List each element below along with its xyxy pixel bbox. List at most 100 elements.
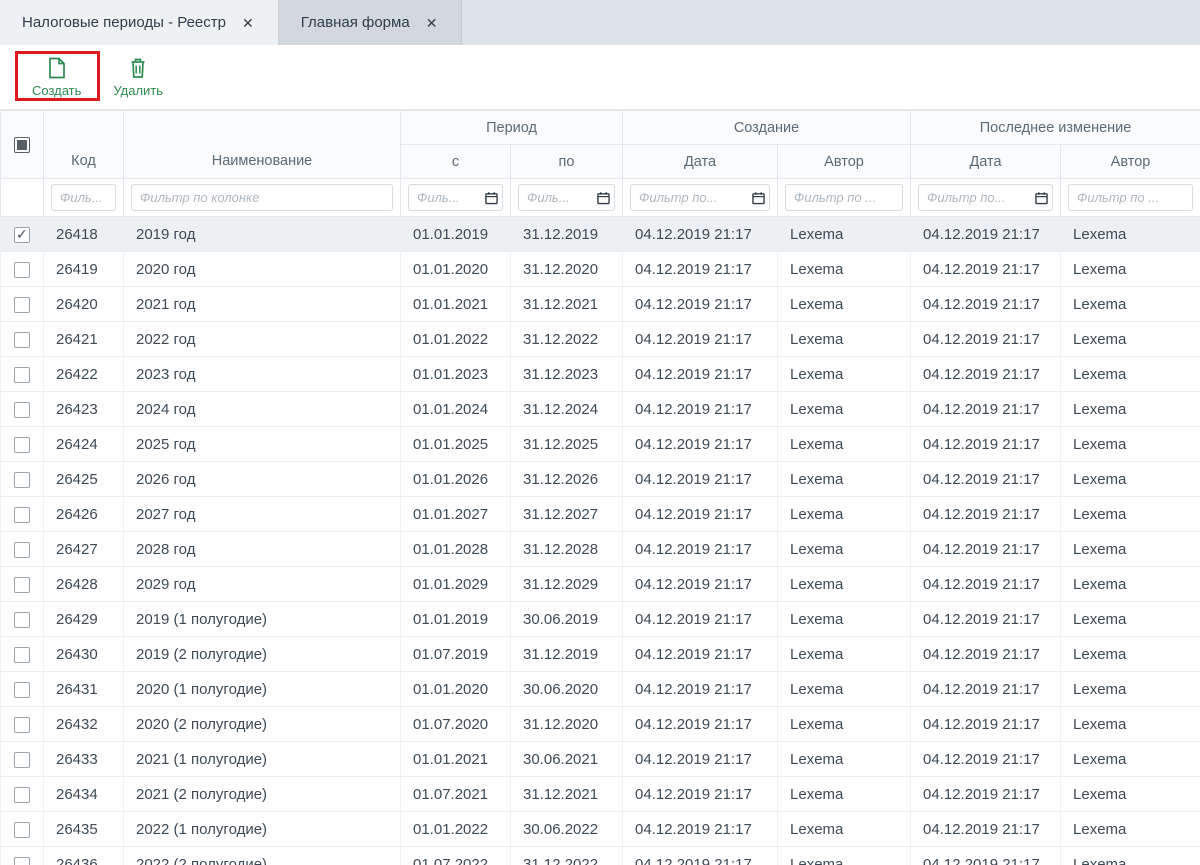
filter-created-date-input[interactable] <box>630 184 770 211</box>
column-header-code[interactable]: Код <box>44 111 124 179</box>
cell-modified-date: 04.12.2019 21:17 <box>911 252 1061 287</box>
cell-created-date: 04.12.2019 21:17 <box>623 252 778 287</box>
table-row[interactable]: 26418 2019 год 01.01.2019 31.12.2019 04.… <box>1 217 1200 252</box>
row-checkbox-cell <box>1 742 44 777</box>
column-header-modified-author[interactable]: Автор <box>1061 145 1200 179</box>
table-row[interactable]: 26425 2026 год 01.01.2026 31.12.2026 04.… <box>1 462 1200 497</box>
cell-modified-author: Lexema <box>1061 812 1200 847</box>
row-checkbox[interactable] <box>14 717 30 733</box>
calendar-icon[interactable] <box>485 191 498 204</box>
table-row[interactable]: 26431 2020 (1 полугодие) 01.01.2020 30.0… <box>1 672 1200 707</box>
column-header-from[interactable]: с <box>401 145 511 179</box>
row-checkbox[interactable] <box>14 227 30 243</box>
row-checkbox-cell <box>1 217 44 252</box>
tab-label: Налоговые периоды - Реестр <box>22 14 226 31</box>
row-checkbox-cell <box>1 637 44 672</box>
cell-created-date: 04.12.2019 21:17 <box>623 532 778 567</box>
cell-created-date: 04.12.2019 21:17 <box>623 707 778 742</box>
row-checkbox[interactable] <box>14 437 30 453</box>
row-checkbox[interactable] <box>14 857 30 865</box>
delete-button[interactable]: Удалить <box>103 52 173 103</box>
table-row[interactable]: 26433 2021 (1 полугодие) 01.01.2021 30.0… <box>1 742 1200 777</box>
tab-main-form[interactable]: Главная форма ✕ <box>279 0 463 45</box>
calendar-icon[interactable] <box>1035 191 1048 204</box>
table-row[interactable]: 26434 2021 (2 полугодие) 01.07.2021 31.1… <box>1 777 1200 812</box>
table-row[interactable]: 26424 2025 год 01.01.2025 31.12.2025 04.… <box>1 427 1200 462</box>
cell-code: 26422 <box>44 357 124 392</box>
cell-modified-author: Lexema <box>1061 357 1200 392</box>
row-checkbox[interactable] <box>14 647 30 663</box>
cell-name: 2020 год <box>124 252 401 287</box>
cell-created-date: 04.12.2019 21:17 <box>623 637 778 672</box>
cell-modified-date: 04.12.2019 21:17 <box>911 777 1061 812</box>
cell-modified-author: Lexema <box>1061 637 1200 672</box>
row-checkbox-cell <box>1 462 44 497</box>
row-checkbox[interactable] <box>14 752 30 768</box>
cell-period-to: 31.12.2027 <box>511 497 623 532</box>
row-checkbox[interactable] <box>14 402 30 418</box>
row-checkbox[interactable] <box>14 787 30 803</box>
row-checkbox[interactable] <box>14 577 30 593</box>
close-tab-icon[interactable]: ✕ <box>240 14 256 32</box>
close-tab-icon[interactable]: ✕ <box>424 14 440 32</box>
cell-code: 26434 <box>44 777 124 812</box>
cell-code: 26419 <box>44 252 124 287</box>
row-checkbox[interactable] <box>14 507 30 523</box>
row-checkbox[interactable] <box>14 612 30 628</box>
cell-modified-date: 04.12.2019 21:17 <box>911 392 1061 427</box>
cell-period-to: 31.12.2029 <box>511 567 623 602</box>
cell-name: 2021 (1 полугодие) <box>124 742 401 777</box>
table-row[interactable]: 26422 2023 год 01.01.2023 31.12.2023 04.… <box>1 357 1200 392</box>
cell-created-author: Lexema <box>778 672 911 707</box>
table-row[interactable]: 26436 2022 (2 полугодие) 01.07.2022 31.1… <box>1 847 1200 865</box>
table-row[interactable]: 26430 2019 (2 полугодие) 01.07.2019 31.1… <box>1 637 1200 672</box>
row-checkbox-cell <box>1 777 44 812</box>
table-row[interactable]: 26420 2021 год 01.01.2021 31.12.2021 04.… <box>1 287 1200 322</box>
cell-modified-author: Lexema <box>1061 567 1200 602</box>
cell-created-date: 04.12.2019 21:17 <box>623 742 778 777</box>
cell-modified-author: Lexema <box>1061 462 1200 497</box>
column-header-created-author[interactable]: Автор <box>778 145 911 179</box>
cell-created-date: 04.12.2019 21:17 <box>623 812 778 847</box>
table-row[interactable]: 26432 2020 (2 полугодие) 01.07.2020 31.1… <box>1 707 1200 742</box>
filter-created-author-input[interactable] <box>785 184 903 211</box>
cell-name: 2024 год <box>124 392 401 427</box>
cell-name: 2019 (1 полугодие) <box>124 602 401 637</box>
cell-code: 26429 <box>44 602 124 637</box>
table-row[interactable]: 26426 2027 год 01.01.2027 31.12.2027 04.… <box>1 497 1200 532</box>
row-checkbox[interactable] <box>14 542 30 558</box>
table-row[interactable]: 26435 2022 (1 полугодие) 01.01.2022 30.0… <box>1 812 1200 847</box>
column-header-to[interactable]: по <box>511 145 623 179</box>
cell-modified-date: 04.12.2019 21:17 <box>911 567 1061 602</box>
cell-created-author: Lexema <box>778 742 911 777</box>
row-checkbox[interactable] <box>14 332 30 348</box>
column-header-name[interactable]: Наименование <box>124 111 401 179</box>
row-checkbox[interactable] <box>14 367 30 383</box>
filter-code-input[interactable] <box>51 184 116 211</box>
table-row[interactable]: 26423 2024 год 01.01.2024 31.12.2024 04.… <box>1 392 1200 427</box>
create-button[interactable]: Создать <box>22 52 91 103</box>
table-row[interactable]: 26421 2022 год 01.01.2022 31.12.2022 04.… <box>1 322 1200 357</box>
cell-modified-date: 04.12.2019 21:17 <box>911 602 1061 637</box>
row-checkbox[interactable] <box>14 822 30 838</box>
row-checkbox[interactable] <box>14 682 30 698</box>
row-checkbox[interactable] <box>14 297 30 313</box>
table-row[interactable]: 26429 2019 (1 полугодие) 01.01.2019 30.0… <box>1 602 1200 637</box>
calendar-icon[interactable] <box>597 191 610 204</box>
cell-period-from: 01.01.2021 <box>401 287 511 322</box>
column-header-modified-date[interactable]: Дата <box>911 145 1061 179</box>
filter-modified-date-input[interactable] <box>918 184 1053 211</box>
cell-code: 26418 <box>44 217 124 252</box>
calendar-icon[interactable] <box>752 191 765 204</box>
filter-modified-author-input[interactable] <box>1068 184 1193 211</box>
table-row[interactable]: 26428 2029 год 01.01.2029 31.12.2029 04.… <box>1 567 1200 602</box>
cell-code: 26421 <box>44 322 124 357</box>
row-checkbox[interactable] <box>14 472 30 488</box>
column-header-created-date[interactable]: Дата <box>623 145 778 179</box>
table-row[interactable]: 26419 2020 год 01.01.2020 31.12.2020 04.… <box>1 252 1200 287</box>
tab-tax-periods-registry[interactable]: Налоговые периоды - Реестр ✕ <box>0 0 279 45</box>
select-all-checkbox[interactable] <box>14 137 30 153</box>
table-row[interactable]: 26427 2028 год 01.01.2028 31.12.2028 04.… <box>1 532 1200 567</box>
row-checkbox[interactable] <box>14 262 30 278</box>
filter-name-input[interactable] <box>131 184 393 211</box>
